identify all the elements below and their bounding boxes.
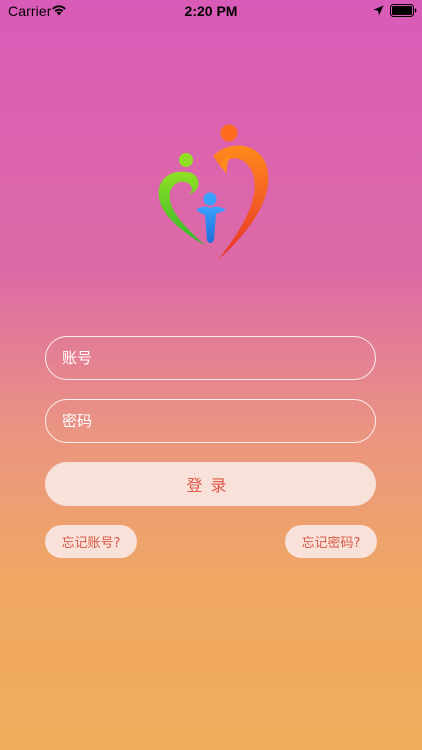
- password-input[interactable]: [46, 400, 375, 442]
- account-input[interactable]: [46, 337, 375, 379]
- forgot-account-label: 忘记账号?: [61, 536, 121, 551]
- account-field[interactable]: [45, 336, 376, 380]
- forgot-password-label: 忘记密码?: [301, 536, 361, 551]
- login-button[interactable]: 登录: [45, 462, 376, 506]
- status-time: 2:20 PM: [184, 3, 238, 19]
- forgot-account-button[interactable]: 忘记账号?: [45, 525, 137, 558]
- family-heart-logo: [158, 124, 269, 260]
- login-button-label: 登录: [186, 476, 235, 495]
- status-bar: Carrier 2:20 PM: [0, 0, 422, 22]
- location-arrow-icon: [373, 5, 384, 16]
- battery-icon: [390, 4, 417, 17]
- login-screen: Carrier 2:20 PM 账号 登录 忘记账号? 忘记密码?: [0, 0, 422, 750]
- password-field[interactable]: [45, 399, 376, 443]
- forgot-password-button[interactable]: 忘记密码?: [285, 525, 377, 558]
